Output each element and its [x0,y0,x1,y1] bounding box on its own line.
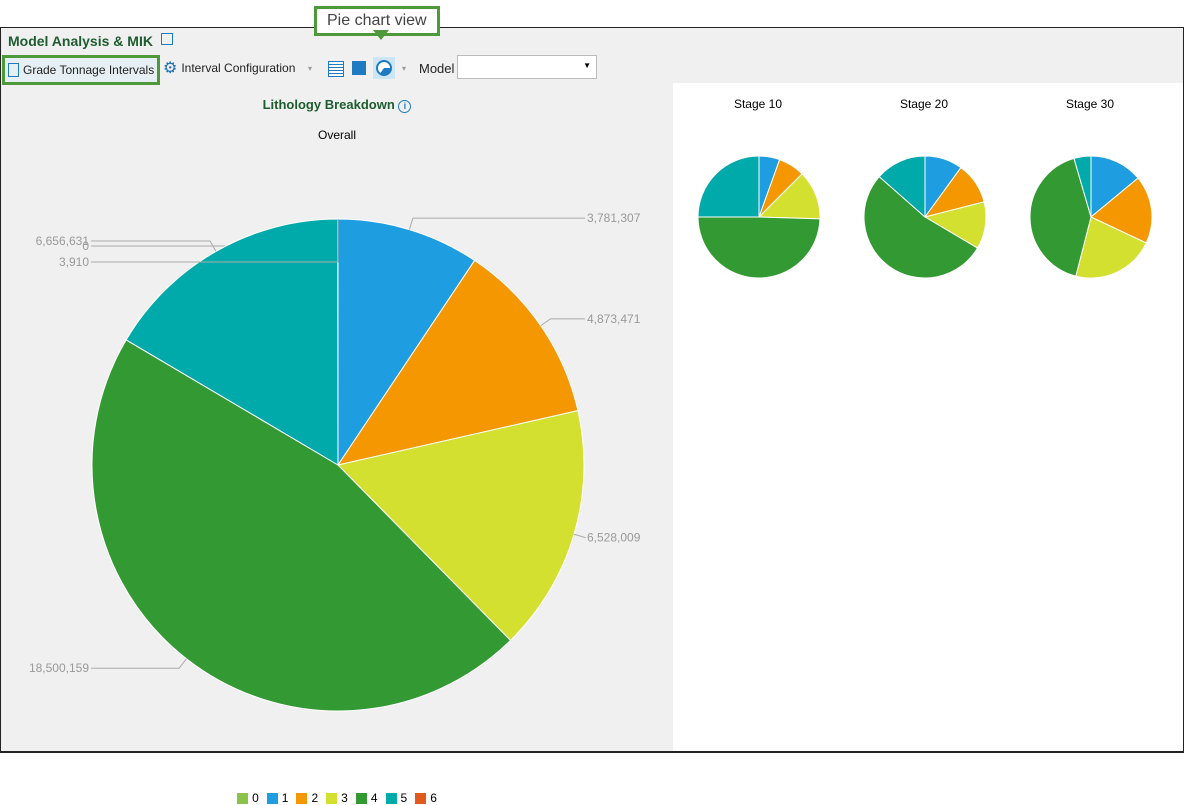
legend-item-0[interactable]: 0 [237,791,259,805]
leader-line [409,218,585,229]
overall-chart-area: Lithology Breakdown i Overall 03,781,307… [1,83,673,751]
overflow-icon[interactable]: ▾ [402,64,406,73]
data-label: 4,873,471 [587,312,641,326]
legend-item-3[interactable]: 3 [326,791,348,805]
legend-item-4[interactable]: 4 [356,791,378,805]
legend-swatch [386,793,397,804]
legend-label: 2 [311,791,318,805]
grade-tonnage-intervals-button[interactable]: Grade Tonnage Intervals [2,55,160,85]
data-label: 3,910 [59,255,89,269]
overall-pie-chart: 03,781,3074,873,4716,528,00918,500,1596,… [1,83,673,783]
legend-item-6[interactable]: 6 [415,791,437,805]
legend-swatch [237,793,248,804]
legend: 0 1 2 3 4 5 6 [1,791,673,805]
grade-tonnage-label: Grade Tonnage Intervals [23,63,154,77]
legend-label: 0 [252,791,259,805]
panel-title: Model Analysis & MIK [8,33,153,49]
leader-line [574,534,586,537]
overflow-icon[interactable]: ▾ [308,64,312,73]
pie-slice-5[interactable] [698,156,759,217]
legend-item-5[interactable]: 5 [386,791,408,805]
legend-label: 5 [401,791,408,805]
leader-line [541,319,585,326]
interval-configuration-button[interactable]: ⚙ Interval Configuration [163,56,295,80]
legend-item-1[interactable]: 1 [267,791,289,805]
model-label: Model [419,61,454,76]
pie-slice-4[interactable] [698,217,820,278]
leader-line [91,659,186,668]
data-label: 3,781,307 [587,211,641,225]
data-label: 6,656,631 [36,234,90,248]
legend-swatch [296,793,307,804]
pie-chart-view-icon[interactable] [373,57,395,79]
legend-swatch [415,793,426,804]
legend-swatch [326,793,337,804]
legend-label: 3 [341,791,348,805]
stage-charts-area: Stage 10 Stage 20 Stage 30 [673,83,1183,751]
legend-swatch [267,793,278,804]
legend-label: 4 [371,791,378,805]
interval-configuration-label: Interval Configuration [181,61,295,75]
legend-swatch [356,793,367,804]
pie-chart-view-tooltip: Pie chart view [314,6,440,36]
data-label: 6,528,009 [587,531,641,545]
legend-item-2[interactable]: 2 [296,791,318,805]
stage-pie-charts [673,83,1183,283]
trash-icon [8,63,19,77]
data-label: 18,500,159 [29,661,89,675]
legend-label: 6 [430,791,437,805]
gear-icon: ⚙ [163,58,177,78]
table-view-icon[interactable] [328,61,344,77]
external-link-icon[interactable] [161,33,173,45]
legend-label: 1 [282,791,289,805]
model-analysis-panel: Model Analysis & MIK Grade Tonnage Inter… [0,27,1184,753]
model-select[interactable] [457,55,597,79]
bar-chart-view-icon[interactable] [352,61,366,75]
